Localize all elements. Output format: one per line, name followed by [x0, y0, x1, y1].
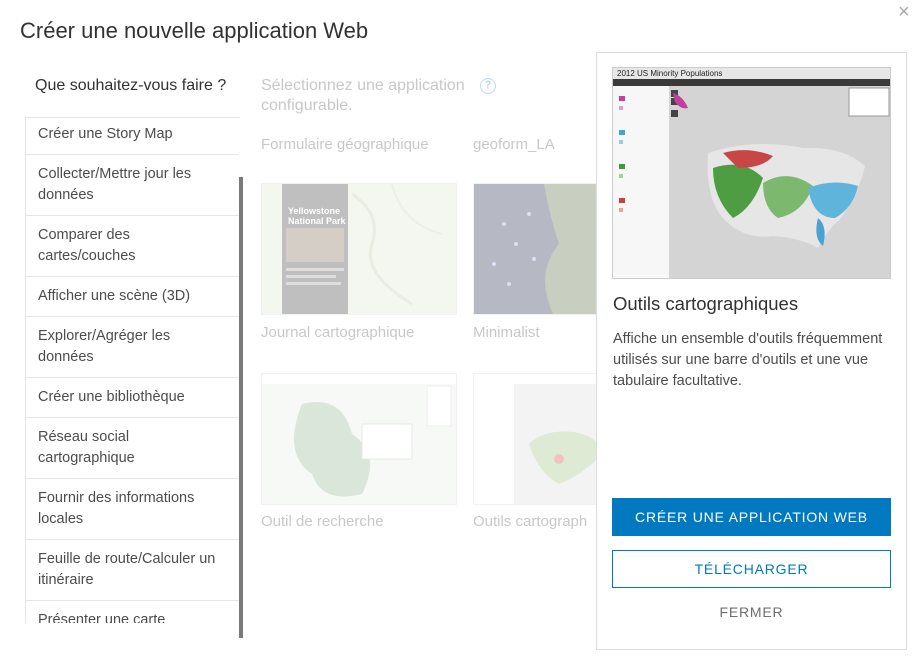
- category-item-collect-data[interactable]: Collecter/Mettre jour les données: [25, 155, 240, 216]
- category-item-local-info[interactable]: Fournir des informations locales: [25, 479, 240, 540]
- category-item-social-mapping[interactable]: Réseau social cartographique: [25, 418, 240, 479]
- category-item-compare-maps[interactable]: Comparer des cartes/couches: [25, 216, 240, 277]
- category-item-present-map[interactable]: Présenter une carte: [25, 601, 240, 623]
- app-label-search-tool[interactable]: Outil de recherche: [261, 513, 384, 530]
- app-label-minimalist[interactable]: Minimalist: [473, 324, 540, 341]
- category-heading: Que souhaitez-vous faire ?: [35, 77, 227, 94]
- app-description: Affiche un ensemble d'outils fréquemment…: [613, 331, 883, 389]
- map-tools-thumbnail-image: [474, 374, 602, 504]
- close-button[interactable]: FERMER: [612, 604, 891, 626]
- search-tool-thumbnail-image: [262, 374, 456, 504]
- category-item-gallery[interactable]: Créer une bibliothèque: [25, 378, 240, 418]
- download-button[interactable]: TÉLÉCHARGER: [612, 550, 891, 588]
- app-thumb-search-tool[interactable]: [261, 373, 457, 505]
- app-thumb-map-journal[interactable]: Yellowstone National Park: [261, 183, 457, 315]
- close-icon[interactable]: ×: [898, 2, 916, 22]
- map-journal-thumb-title: Yellowstone National Park: [288, 206, 346, 226]
- app-label-map-tools[interactable]: Outils cartograph: [473, 513, 587, 530]
- app-gallery: Sélectionnez une application configurabl…: [250, 70, 603, 630]
- app-details-panel: 2012 US Minority Populations Outils cart…: [596, 52, 907, 650]
- category-item-scene-3d[interactable]: Afficher une scène (3D): [25, 277, 240, 317]
- app-thumb-map-tools[interactable]: [473, 373, 603, 505]
- map-preview-graphic: [613, 68, 890, 278]
- category-scrollbar-thumb[interactable]: [239, 177, 243, 638]
- app-thumb-minimalist[interactable]: [473, 183, 603, 315]
- app-title: Outils cartographiques: [613, 293, 799, 314]
- app-label-map-journal[interactable]: Journal cartographique: [261, 324, 414, 341]
- gallery-heading: Sélectionnez une application configurabl…: [261, 77, 465, 114]
- dialog-title: Créer une nouvelle application Web: [20, 18, 369, 43]
- create-web-app-button[interactable]: CRÉER UNE APPLICATION WEB: [612, 498, 891, 536]
- help-icon[interactable]: ?: [480, 78, 496, 94]
- category-item-directions[interactable]: Feuille de route/Calculer un itinéraire: [25, 540, 240, 601]
- app-label-geoform[interactable]: Formulaire géographique: [261, 136, 429, 153]
- category-list: Créer une Story Map Collecter/Mettre jou…: [25, 117, 240, 623]
- app-label-geoform-la[interactable]: geoform_LA: [473, 136, 555, 153]
- map-journal-thumbnail-image: [262, 184, 456, 314]
- app-preview-image: 2012 US Minority Populations: [612, 67, 891, 279]
- preview-map-title: 2012 US Minority Populations: [617, 69, 723, 78]
- minimalist-thumbnail-image: [474, 184, 602, 314]
- category-item-explore-data[interactable]: Explorer/Agréger les données: [25, 317, 240, 378]
- category-item-story-map[interactable]: Créer une Story Map: [25, 118, 240, 155]
